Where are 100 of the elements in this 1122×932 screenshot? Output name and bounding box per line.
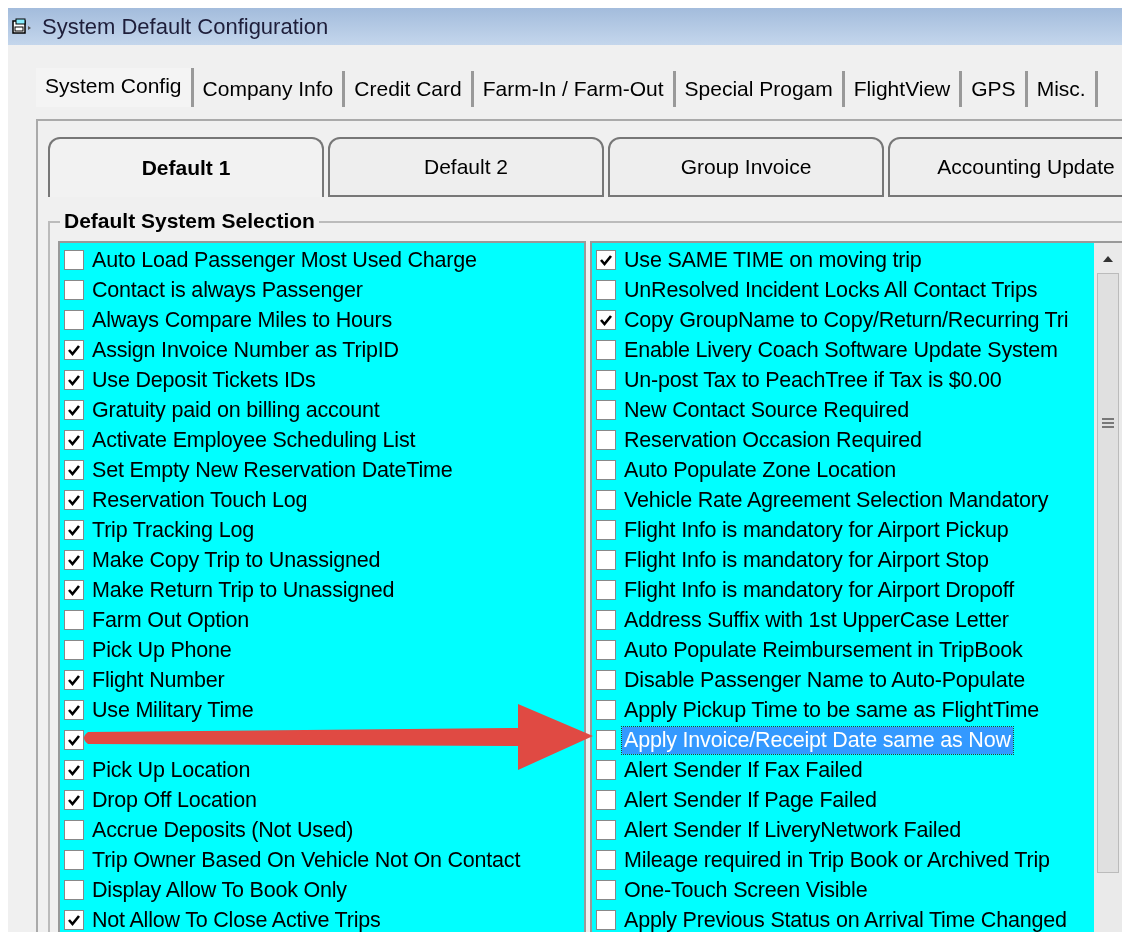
checkbox-label[interactable]: Flight Info is mandatory for Airport Dropoff [622, 576, 1016, 604]
checkbox-label[interactable]: Disable Passenger Name to Auto-Populate [622, 666, 1027, 694]
checkbox-label[interactable]: Make Return Trip to Unassigned [90, 576, 397, 604]
checkbox-label[interactable]: Alert Sender If Fax Failed [622, 756, 865, 784]
checkbox-label[interactable]: Not Allow To Close Active Trips [90, 906, 383, 932]
checkbox-label[interactable]: Reservation Touch Log [90, 486, 310, 514]
checkbox[interactable] [596, 400, 616, 420]
checkbox-label[interactable]: Enable Livery Coach Software Update System [622, 336, 1060, 364]
checkbox[interactable] [596, 820, 616, 840]
checkbox-label[interactable]: Apply Previous Status on Arrival Time Changed [622, 906, 1069, 932]
checkbox[interactable] [64, 310, 84, 330]
checkbox[interactable] [64, 730, 84, 750]
checkbox[interactable] [596, 760, 616, 780]
checkbox-label[interactable]: Un-post Tax to PeachTree if Tax is $0.00 [622, 366, 1004, 394]
checkbox-label[interactable]: Accrue Deposits (Not Used) [90, 816, 356, 844]
checkbox-label[interactable]: Flight Info is mandatory for Airport Pickup [622, 516, 1011, 544]
checkbox[interactable] [596, 430, 616, 450]
checkbox[interactable] [596, 550, 616, 570]
checkbox-label[interactable]: Pick Up Phone [90, 636, 234, 664]
checkbox[interactable] [64, 550, 84, 570]
checkbox[interactable] [596, 250, 616, 270]
tab[interactable]: Group Invoice [608, 137, 884, 197]
checkbox-label[interactable]: Reservation Occasion Required [622, 426, 924, 454]
checkbox[interactable] [596, 310, 616, 330]
checkbox[interactable] [596, 340, 616, 360]
checkbox-label[interactable]: Auto Populate Reimbursement in TripBook [622, 636, 1025, 664]
checkbox-label[interactable]: Auto Populate Zone Location [622, 456, 898, 484]
checkbox[interactable] [596, 370, 616, 390]
checkbox-label[interactable]: Set Empty New Reservation DateTime [90, 456, 455, 484]
checkbox[interactable] [64, 820, 84, 840]
checkbox[interactable] [596, 700, 616, 720]
checkbox[interactable] [64, 700, 84, 720]
checkbox-label[interactable]: Use SAME TIME on moving trip [622, 246, 924, 274]
checkbox-label[interactable]: Use Military Time [90, 696, 256, 724]
checkbox-label[interactable]: Address Suffix with 1st UpperCase Letter [622, 606, 1011, 634]
checkbox-label[interactable]: UnResolved Incident Locks All Contact Trips [622, 276, 1040, 304]
checkbox-label[interactable]: Auto Load Passenger Most Used Charge [90, 246, 479, 274]
checkbox-label[interactable]: Gratuity paid on billing account [90, 396, 382, 424]
checkbox-label[interactable]: Activate Employee Scheduling List [90, 426, 418, 454]
checkbox[interactable] [64, 370, 84, 390]
tab[interactable]: Default 1 [48, 137, 324, 197]
checkbox[interactable] [64, 880, 84, 900]
checkbox[interactable] [64, 340, 84, 360]
checkbox-label[interactable]: Pick Up Location [90, 756, 253, 784]
tab[interactable]: Accounting Update [888, 137, 1122, 197]
scroll-thumb[interactable] [1097, 273, 1119, 873]
checkbox-label[interactable]: Apply Pickup Time to be same as FlightTime [622, 696, 1041, 724]
checkbox[interactable] [64, 490, 84, 510]
checkbox-label[interactable]: Vehicle Rate Agreement Selection Mandatory [622, 486, 1051, 514]
checkbox-label[interactable]: Trip Tracking Log [90, 516, 256, 544]
checkbox[interactable] [596, 580, 616, 600]
checkbox-label[interactable]: One-Touch Screen Visible [622, 876, 870, 904]
checkmark-icon [67, 343, 81, 357]
scrollbar[interactable] [1094, 243, 1122, 932]
checkbox[interactable] [596, 640, 616, 660]
checkbox-label[interactable]: Farm Out Option [90, 606, 252, 634]
checkbox[interactable] [596, 910, 616, 930]
checkbox[interactable] [596, 790, 616, 810]
checkbox[interactable] [64, 460, 84, 480]
checkbox[interactable] [596, 850, 616, 870]
checkbox[interactable] [596, 460, 616, 480]
checkbox-label[interactable]: Mileage required in Trip Book or Archived Trip [622, 846, 1052, 874]
checkmark-icon [67, 583, 81, 597]
checkbox[interactable] [64, 760, 84, 780]
tab[interactable]: System Config [36, 68, 194, 107]
checkbox-label[interactable]: Always Compare Miles to Hours [90, 306, 395, 334]
checkbox-label[interactable]: Use Deposit Tickets IDs [90, 366, 318, 394]
checkbox[interactable] [596, 670, 616, 690]
tab[interactable]: Default 2 [328, 137, 604, 197]
checkbox-label[interactable]: Trip Owner Based On Vehicle Not On Contact [90, 846, 523, 874]
checkbox[interactable] [64, 610, 84, 630]
checkbox[interactable] [64, 910, 84, 930]
checkbox[interactable] [64, 790, 84, 810]
checkbox[interactable] [64, 400, 84, 420]
checkbox[interactable] [596, 520, 616, 540]
checkbox-label[interactable]: Make Copy Trip to Unassigned [90, 546, 383, 574]
checkbox[interactable] [64, 430, 84, 450]
checkbox-label[interactable]: Contact is always Passenger [90, 276, 365, 304]
checkbox[interactable] [596, 280, 616, 300]
checkbox[interactable] [64, 280, 84, 300]
checkbox[interactable] [64, 640, 84, 660]
checkbox-label[interactable]: Flight Number [90, 666, 227, 694]
checkbox-label[interactable]: Display Allow To Book Only [90, 876, 349, 904]
checkbox-label[interactable]: New Contact Source Required [622, 396, 911, 424]
scroll-up-icon[interactable] [1102, 255, 1114, 263]
checkbox[interactable] [64, 250, 84, 270]
checkbox-label[interactable]: Copy GroupName to Copy/Return/Recurring Tri [622, 306, 1071, 334]
checkbox-label[interactable]: Flight Info is mandatory for Airport Stop [622, 546, 991, 574]
checkbox-label[interactable]: Assign Invoice Number as TripID [90, 336, 401, 364]
checkbox[interactable] [64, 670, 84, 690]
checkbox[interactable] [596, 880, 616, 900]
checkbox[interactable] [64, 850, 84, 870]
checkbox[interactable] [64, 520, 84, 540]
checkbox[interactable] [596, 490, 616, 510]
checkbox[interactable] [596, 610, 616, 630]
checkbox[interactable] [596, 730, 616, 750]
checkbox-label[interactable]: Drop Off Location [90, 786, 259, 814]
checkbox[interactable] [64, 580, 84, 600]
checkbox-label[interactable]: Alert Sender If Page Failed [622, 786, 879, 814]
checkbox-label[interactable]: Alert Sender If LiveryNetwork Failed [622, 816, 963, 844]
